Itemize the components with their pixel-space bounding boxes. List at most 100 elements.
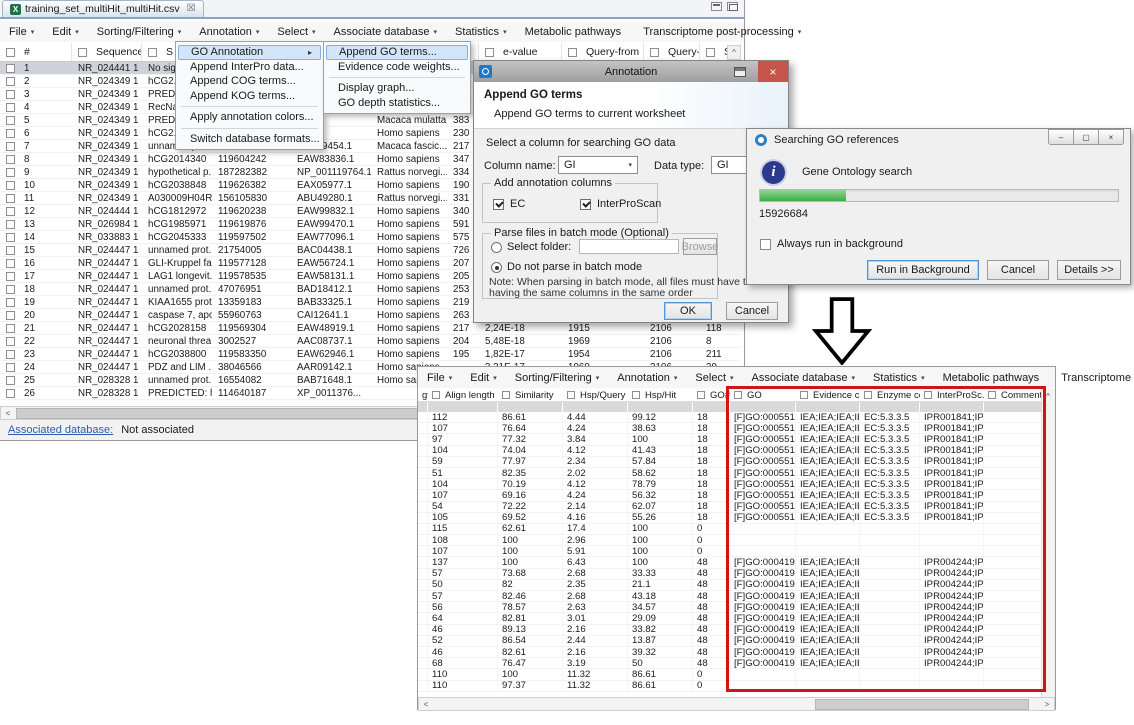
col-sequence[interactable]: Sequence [96, 46, 142, 58]
header-checkbox[interactable] [632, 391, 640, 399]
table-row[interactable]: 52 86.54 2.44 13.87 48 [F]GO:0004197... … [418, 636, 1042, 647]
minimize-icon[interactable] [711, 2, 722, 11]
table-row[interactable]: 107 76.64 4.24 38.63 18 [F]GO:0005515...… [418, 423, 1042, 434]
table-row[interactable]: 50 82 2.35 21.1 48 [F]GO:0004197... IEA;… [418, 580, 1042, 591]
col-similarity[interactable]: Similarity [515, 390, 554, 401]
cancel-button[interactable]: Cancel [987, 260, 1049, 280]
header-checkbox[interactable] [706, 48, 715, 57]
row-checkbox[interactable] [6, 142, 15, 151]
row-checkbox[interactable] [6, 129, 15, 138]
menu-item[interactable]: Metabolic pathways [516, 21, 635, 42]
menu-option[interactable]: GO depth statistics... [326, 96, 468, 111]
table-row[interactable]: 46 89.13 2.16 33.82 48 [F]GO:0004197... … [418, 625, 1042, 636]
menu-item[interactable]: Transcriptome post-processing ▾ [634, 21, 810, 42]
scrollbar-thumb[interactable] [815, 699, 1029, 710]
row-checkbox[interactable] [6, 389, 15, 398]
header-checkbox[interactable] [988, 391, 996, 399]
no-batch-radio[interactable] [491, 262, 502, 273]
horizontal-scrollbar[interactable]: < > [418, 697, 1055, 711]
table-row[interactable]: 115 62.61 17.4 100 0 [418, 524, 1042, 535]
table-row[interactable]: 46 82.61 2.16 39.32 48 [F]GO:0004197... … [418, 647, 1042, 658]
row-checkbox[interactable] [6, 350, 15, 359]
menu-item[interactable]: File ▾ [0, 21, 43, 42]
scroll-left-icon[interactable]: < [2, 408, 14, 419]
header-checkbox[interactable] [148, 48, 157, 57]
table-row[interactable]: 108 100 2.96 100 0 [418, 535, 1042, 546]
table-row[interactable]: 22 NR_024447 1 neuronal threa... 3002527… [0, 335, 741, 348]
table-row[interactable]: 23 NR_024447 1 hCG2038800 119583350 EAW6… [0, 348, 741, 361]
col-hsp-query[interactable]: Hsp/Query [580, 390, 625, 401]
row-checkbox[interactable] [6, 155, 15, 164]
menu-item[interactable]: Annotation ▾ [190, 21, 268, 42]
always-background-checkbox[interactable] [760, 239, 771, 250]
browse-button[interactable]: Browse [683, 238, 717, 255]
scroll-left-icon[interactable]: < [420, 699, 432, 710]
col-hsp-hit[interactable]: Hsp/Hit [645, 390, 676, 401]
details-button[interactable]: Details >> [1057, 260, 1121, 280]
menu-item[interactable]: Statistics ▾ [864, 367, 934, 388]
minimize-icon[interactable]: – [1048, 129, 1074, 145]
select-folder-radio[interactable] [491, 242, 502, 253]
cancel-button[interactable]: Cancel [726, 302, 778, 320]
menu-item[interactable]: Edit ▾ [461, 367, 505, 388]
menu-item[interactable]: Annotation ▾ [608, 367, 686, 388]
associated-database-link[interactable]: Associated database: [8, 424, 113, 436]
row-checkbox[interactable] [6, 285, 15, 294]
row-checkbox[interactable] [6, 116, 15, 125]
table-row[interactable]: 64 82.81 3.01 29.09 48 [F]GO:0004197... … [418, 613, 1042, 624]
row-checkbox[interactable] [6, 311, 15, 320]
column-name-select[interactable]: GI ▾ [558, 156, 638, 174]
row-checkbox[interactable] [6, 246, 15, 255]
row-checkbox[interactable] [6, 337, 15, 346]
header-checkbox[interactable] [6, 48, 15, 57]
table-row[interactable]: 110 97.37 11.32 86.61 0 [418, 681, 1042, 692]
tab-close-icon[interactable]: ☒ [187, 4, 196, 14]
interproscan-checkbox[interactable] [580, 199, 591, 210]
menu-item[interactable]: Sorting/Filtering ▾ [88, 21, 191, 42]
table-row[interactable]: 57 73.68 2.68 33.33 48 [F]GO:0004197... … [418, 569, 1042, 580]
header-checkbox[interactable] [568, 48, 577, 57]
maximize-icon[interactable]: ▢ [1073, 129, 1099, 145]
header-checkbox[interactable] [432, 391, 440, 399]
row-checkbox[interactable] [6, 363, 15, 372]
table-row[interactable]: 104 74.04 4.12 41.43 18 [F]GO:0005515...… [418, 446, 1042, 457]
menu-option[interactable]: Append KOG terms... [178, 89, 321, 104]
table-row[interactable]: 137 100 6.43 100 48 [F]GO:0004197... IEA… [418, 557, 1042, 568]
row-checkbox[interactable] [6, 77, 15, 86]
header-checkbox[interactable] [697, 391, 705, 399]
header-checkbox[interactable] [78, 48, 87, 57]
header-checkbox[interactable] [800, 391, 808, 399]
row-checkbox[interactable] [6, 272, 15, 281]
col-align-length[interactable]: Align length [445, 390, 495, 401]
table-row[interactable]: 56 78.57 2.63 34.57 48 [F]GO:0004197... … [418, 602, 1042, 613]
row-checkbox[interactable] [6, 220, 15, 229]
menu-option[interactable]: Append COG terms... [178, 74, 321, 89]
tab-training-set[interactable]: X training_set_multiHit_multiHit.csv ☒ [2, 0, 204, 17]
menu-option[interactable] [181, 103, 318, 107]
menu-item[interactable]: Statistics ▾ [446, 21, 516, 42]
menu-item[interactable]: Edit ▾ [43, 21, 87, 42]
menu-option[interactable] [181, 125, 318, 129]
table-row[interactable]: 51 82.35 2.02 58.62 18 [F]GO:0005515... … [418, 468, 1042, 479]
header-checkbox[interactable] [734, 391, 742, 399]
row-checkbox[interactable] [6, 376, 15, 385]
restore-icon[interactable] [734, 67, 746, 77]
menu-item[interactable]: Transcriptome post-processing ▾ [1052, 367, 1134, 388]
row-checkbox[interactable] [6, 259, 15, 268]
table-row[interactable]: 21 NR_024447 1 hCG2028158 119569304 EAW4… [0, 322, 741, 335]
col-comments[interactable]: Comments [1001, 390, 1042, 401]
scroll-right-icon[interactable]: > [1041, 699, 1053, 710]
header-checkbox[interactable] [485, 48, 494, 57]
scroll-up-icon[interactable]: ^ [727, 45, 741, 60]
row-checkbox[interactable] [6, 181, 15, 190]
table-row[interactable]: 54 72.22 2.14 62.07 18 [F]GO:0005515... … [418, 502, 1042, 513]
dialog-title-bar[interactable]: Annotation × [474, 61, 788, 82]
menu-option[interactable]: Apply annotation colors... [178, 110, 321, 125]
row-checkbox[interactable] [6, 64, 15, 73]
folder-input[interactable] [579, 239, 679, 254]
menu-item[interactable]: Associate database ▾ [743, 367, 865, 388]
menu-item[interactable]: Associate database ▾ [325, 21, 447, 42]
table-row[interactable]: 110 100 11.32 86.61 0 [418, 669, 1042, 680]
menu-item[interactable]: File ▾ [418, 367, 461, 388]
col-query-from[interactable]: Query-from [586, 46, 639, 58]
